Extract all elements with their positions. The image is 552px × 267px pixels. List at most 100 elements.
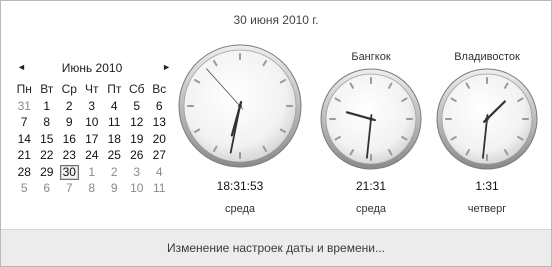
calendar-day[interactable]: 12: [126, 114, 149, 131]
calendar-day[interactable]: 10: [81, 114, 104, 131]
weekday-label: Чт: [85, 82, 99, 96]
analog-clock-face: [178, 44, 302, 168]
calendar-day-number: 28: [17, 164, 31, 179]
calendar-day-number: 3: [133, 164, 141, 179]
weekday-label: Пн: [16, 82, 32, 96]
calendar-day-number: 26: [130, 148, 144, 162]
calendar: ◄ Июнь 2010 ► Пн Вт Ср Чт Пт Сб Вс 31 1 2 3…: [13, 59, 171, 197]
calendar-week-row: 31 1 2 3 4 5 6: [13, 98, 171, 115]
calendar-day[interactable]: 3: [126, 164, 149, 181]
calendar-day[interactable]: 11: [103, 114, 126, 131]
calendar-day-number: 10: [130, 181, 144, 195]
calendar-day[interactable]: 21: [13, 147, 36, 164]
calendar-day[interactable]: 25: [103, 147, 126, 164]
weekday-label: Сб: [128, 82, 145, 96]
calendar-day-number: 15: [40, 131, 54, 146]
calendar-week-row: 28 29 30 1 2 3 4: [13, 164, 171, 181]
calendar-day-number: 29: [40, 164, 54, 179]
calendar-day-number: 6: [155, 98, 163, 113]
calendar-day[interactable]: 1: [36, 98, 59, 115]
calendar-day-number: 31: [17, 98, 31, 113]
calendar-day-number: 6: [43, 181, 51, 195]
calendar-day-number: 7: [65, 181, 73, 195]
calendar-day[interactable]: 22: [36, 147, 59, 164]
calendar-day[interactable]: 6: [36, 180, 59, 197]
calendar-day[interactable]: 10: [126, 180, 149, 197]
calendar-day[interactable]: 19: [126, 131, 149, 148]
calendar-day-number: 14: [17, 131, 31, 146]
clock-weekday: среда: [224, 203, 256, 215]
calendar-day[interactable]: 2: [103, 164, 126, 181]
calendar-day-number: 19: [130, 131, 144, 146]
calendar-day[interactable]: 17: [81, 131, 104, 148]
date-time-flyout: 30 июня 2010 г. ◄ Июнь 2010 ► Пн Вт Ср Ч…: [0, 0, 552, 267]
month-title[interactable]: Июнь 2010: [13, 61, 171, 75]
calendar-day-number: 27: [152, 148, 166, 162]
calendar-day[interactable]: 8: [36, 114, 59, 131]
calendar-day-number: 30: [59, 164, 79, 180]
calendar-week-row: 21 22 23 24 25 26 27: [13, 147, 171, 164]
calendar-day-number: 12: [130, 115, 144, 129]
calendar-day[interactable]: 28: [13, 164, 36, 181]
calendar-week-row: 5 6 7 8 9 10 11: [13, 180, 171, 197]
calendar-day-number: 23: [62, 148, 76, 162]
calendar-day[interactable]: 14: [13, 131, 36, 148]
calendar-day-number: 5: [133, 98, 141, 113]
calendar-day[interactable]: 7: [13, 114, 36, 131]
clock-center-pin: [369, 117, 373, 121]
calendar-day[interactable]: 2: [58, 98, 81, 115]
calendar-days: 31 1 2 3 4 5 6 7 8 9 10 11 12 13 14 15 16 17 18 19 20 21 22 23 2…: [13, 98, 171, 197]
calendar-day[interactable]: 26: [126, 147, 149, 164]
calendar-day-number: 3: [88, 98, 96, 113]
calendar-day-number: 9: [110, 181, 118, 195]
calendar-day[interactable]: 27: [148, 147, 171, 164]
weekday-header-row: Пн Вт Ср Чт Пт Сб Вс: [13, 81, 171, 98]
calendar-day-number: 1: [88, 164, 96, 179]
bangkok-clock: Бангкок 21:31 среда: [319, 31, 423, 221]
calendar-day[interactable]: 23: [58, 147, 81, 164]
calendar-day[interactable]: 15: [36, 131, 59, 148]
calendar-day[interactable]: 20: [148, 131, 171, 148]
next-month-arrow-icon[interactable]: ►: [162, 62, 171, 72]
analog-clock-face: [436, 68, 538, 170]
calendar-day-number: 9: [65, 115, 73, 129]
calendar-day[interactable]: 18: [103, 131, 126, 148]
calendar-week-row: 7 8 9 10 11 12 13: [13, 114, 171, 131]
calendar-day[interactable]: 8: [81, 180, 104, 197]
clock-weekday: четверг: [467, 203, 507, 215]
calendar-day[interactable]: 3: [81, 98, 104, 115]
clock-time: 1:31: [475, 179, 499, 193]
calendar-day[interactable]: 5: [126, 98, 149, 115]
calendar-day-number: 1: [43, 98, 51, 113]
calendar-day-number: 8: [43, 115, 51, 129]
clock-time: 21:31: [355, 179, 387, 193]
weekday-label: Вс: [152, 82, 167, 96]
calendar-day-number: 24: [85, 148, 99, 162]
calendar-day-number: 18: [107, 131, 121, 146]
change-date-time-settings-link[interactable]: Изменение настроек даты и времени...: [1, 241, 551, 255]
calendar-day-number: 7: [20, 115, 28, 129]
calendar-day[interactable]: 4: [148, 164, 171, 181]
calendar-day[interactable]: 16: [58, 131, 81, 148]
calendar-day-number: 22: [40, 148, 54, 162]
calendar-grid: Пн Вт Ср Чт Пт Сб Вс 31 1 2 3 4 5 6 7 8 9 10 11 12 13…: [13, 81, 171, 197]
analog-clock-face: [320, 68, 422, 170]
calendar-day[interactable]: 6: [148, 98, 171, 115]
calendar-day-number: 11: [153, 181, 166, 195]
calendar-day[interactable]: 29: [36, 164, 59, 181]
calendar-day[interactable]: 9: [58, 114, 81, 131]
calendar-day[interactable]: 7: [58, 180, 81, 197]
calendar-day[interactable]: 9: [103, 180, 126, 197]
calendar-day[interactable]: 11: [148, 180, 171, 197]
clock-center-pin: [485, 117, 489, 121]
calendar-day[interactable]: 13: [148, 114, 171, 131]
calendar-day[interactable]: 24: [81, 147, 104, 164]
calendar-day[interactable]: 4: [103, 98, 126, 115]
calendar-day[interactable]: 31: [13, 98, 36, 115]
weekday-label: Пт: [107, 82, 122, 96]
calendar-day-number: 13: [152, 115, 166, 129]
calendar-day[interactable]: 30: [58, 164, 81, 181]
calendar-day[interactable]: 1: [81, 164, 104, 181]
calendar-day[interactable]: 5: [13, 180, 36, 197]
calendar-day-number: 8: [88, 181, 96, 195]
